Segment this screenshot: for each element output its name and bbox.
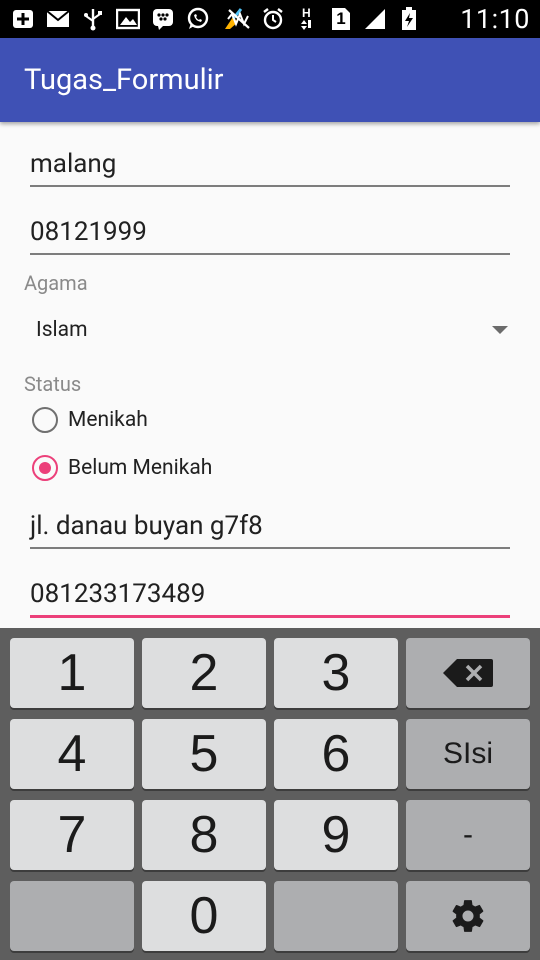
radio-belum-menikah-label: Belum Menikah — [68, 456, 213, 480]
radio-belum-menikah[interactable]: Belum Menikah — [32, 450, 212, 486]
status-label: Status — [24, 372, 82, 396]
agama-label: Agama — [24, 271, 88, 295]
gear-icon — [452, 900, 484, 932]
settings-key[interactable] — [406, 881, 530, 951]
key-2[interactable]: 2 — [142, 638, 266, 708]
clock: 11:10 — [460, 3, 530, 35]
backspace-icon — [443, 659, 493, 687]
kode-value: 08121999 — [30, 217, 147, 247]
radio-menikah[interactable]: Menikah — [32, 402, 148, 438]
telepon-input[interactable]: 081233173489 — [30, 571, 510, 618]
numeric-keyboard: 1 2 3 4 5 6 SIsi 7 8 9 - 0 — [0, 628, 540, 960]
app-bar: Tugas_Formulir — [0, 38, 540, 122]
signal-icon — [362, 7, 388, 31]
kode-input[interactable]: 08121999 — [30, 209, 510, 255]
alamat-input[interactable]: jl. danau buyan g7f8 — [30, 503, 510, 549]
key-4[interactable]: 4 — [10, 719, 134, 789]
agama-spinner[interactable]: Islam — [24, 308, 516, 354]
agama-selected-value: Islam — [36, 318, 88, 342]
status-bar: H 1 11:10 — [0, 0, 540, 38]
alarm-icon — [260, 7, 286, 31]
key-7[interactable]: 7 — [10, 800, 134, 870]
status-icons-left — [10, 6, 246, 32]
telepon-value: 081233173489 — [30, 579, 206, 609]
email-icon — [45, 7, 71, 31]
alamat-value: jl. danau buyan g7f8 — [30, 511, 263, 541]
svg-text:H: H — [302, 6, 311, 20]
kota-input[interactable]: malang — [30, 141, 510, 187]
radio-menikah-label: Menikah — [68, 408, 148, 432]
key-1[interactable]: 1 — [10, 638, 134, 708]
key-5[interactable]: 5 — [142, 719, 266, 789]
status-icons-right: H 1 — [226, 6, 422, 32]
blank-key-left[interactable] — [10, 881, 134, 951]
usb-icon — [80, 7, 106, 31]
key-3[interactable]: 3 — [274, 638, 398, 708]
radio-belum-menikah-circle[interactable] — [32, 455, 58, 481]
blank-key-right[interactable] — [274, 881, 398, 951]
sim-number: 1 — [336, 9, 346, 28]
bbm-icon — [150, 7, 176, 31]
key-6[interactable]: 6 — [274, 719, 398, 789]
dash-key[interactable]: - — [406, 800, 530, 870]
add-icon — [10, 7, 36, 31]
key-0[interactable]: 0 — [142, 881, 266, 951]
dropdown-arrow-icon — [492, 326, 508, 334]
battery-icon — [396, 7, 422, 31]
sim-icon: 1 — [328, 7, 354, 31]
key-9[interactable]: 9 — [274, 800, 398, 870]
mute-icon — [226, 7, 252, 31]
fill-key[interactable]: SIsi — [406, 719, 530, 789]
radio-menikah-circle[interactable] — [32, 407, 58, 433]
image-icon — [115, 7, 141, 31]
whatsapp-icon — [185, 7, 211, 31]
kota-value: malang — [30, 149, 117, 179]
hspa-icon: H — [294, 6, 320, 31]
key-8[interactable]: 8 — [142, 800, 266, 870]
app-title: Tugas_Formulir — [24, 63, 224, 97]
backspace-key[interactable] — [406, 638, 530, 708]
